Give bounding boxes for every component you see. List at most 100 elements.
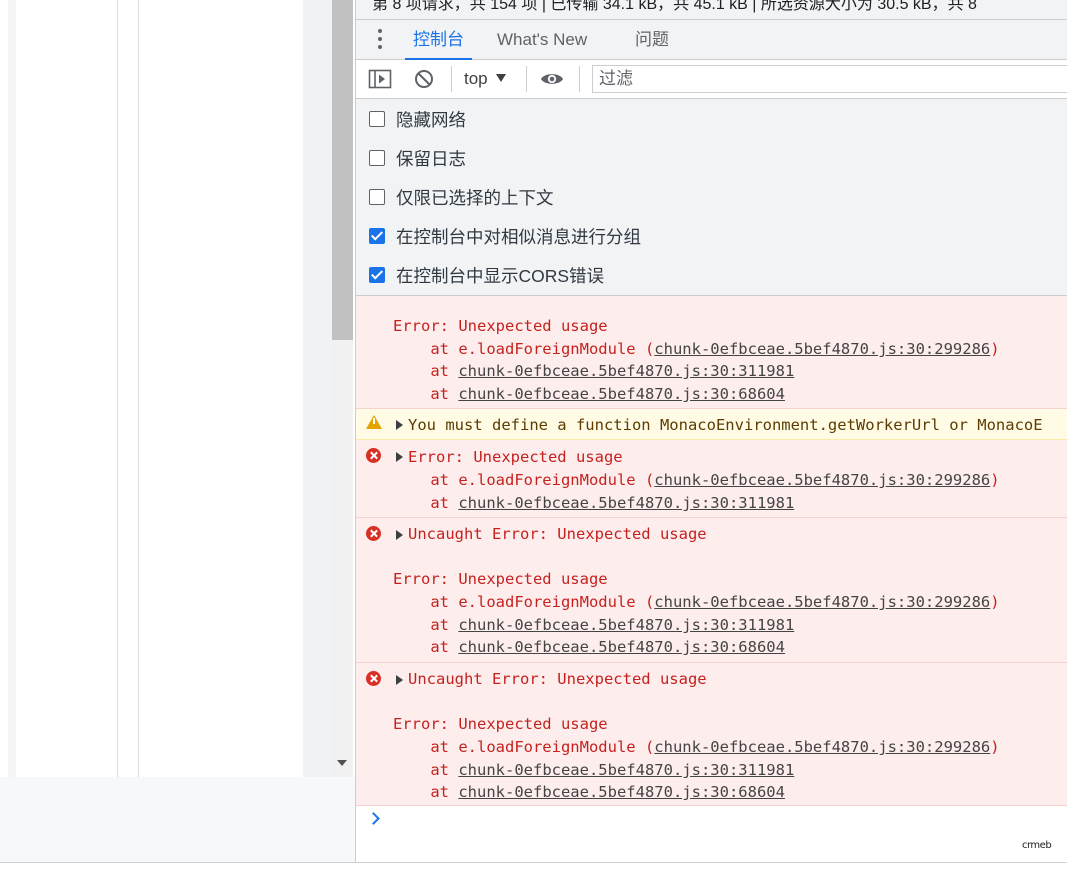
stack-line: at e.loadForeignModule (chunk-0efbceae.5… (393, 591, 1000, 613)
error-subtitle: Error: Unexpected usage (393, 570, 608, 588)
network-summary-bar: 第 8 项请求，共 154 项 | 已传输 34.1 kB，共 45.1 kB … (356, 0, 1067, 20)
stack-prefix: at (393, 362, 459, 380)
console-settings-panel: 隐藏网络 保留日志 仅限已选择的上下文 在控制台中对相似消息进行分组 在控制台中… (356, 99, 1067, 296)
warning-text: You must define a function MonacoEnviron… (408, 416, 1043, 434)
source-link[interactable]: chunk-0efbceae.5bef4870.js:30:68604 (458, 385, 785, 403)
live-expression-eye-icon[interactable] (540, 68, 564, 90)
stack-line: at chunk-0efbceae.5bef4870.js:30:68604 (393, 636, 785, 658)
page-scrollbar-thumb[interactable] (332, 0, 353, 340)
stack-suffix: ) (990, 593, 1000, 611)
tab-issues[interactable]: 问题 (627, 20, 677, 59)
stack-line: at chunk-0efbceae.5bef4870.js:30:311981 (393, 614, 794, 636)
clear-console-icon[interactable] (413, 68, 437, 90)
source-link[interactable]: chunk-0efbceae.5bef4870.js:30:299286 (654, 593, 990, 611)
source-link[interactable]: chunk-0efbceae.5bef4870.js:30:311981 (458, 761, 794, 779)
watermark-logo: crmeb (1022, 840, 1052, 851)
stack-line: at chunk-0efbceae.5bef4870.js:30:68604 (393, 781, 785, 803)
page-column-divider (138, 0, 139, 777)
error-icon (366, 671, 381, 686)
selected-context-checkbox[interactable] (369, 189, 385, 205)
source-link[interactable]: chunk-0efbceae.5bef4870.js:30:311981 (458, 616, 794, 634)
expand-triangle-icon[interactable] (396, 530, 403, 540)
stack-prefix: at e.loadForeignModule ( (393, 471, 655, 489)
stack-line: at e.loadForeignModule (chunk-0efbceae.5… (393, 736, 1000, 758)
expand-triangle-icon[interactable] (396, 675, 403, 685)
error-title: Uncaught Error: Unexpected usage (408, 525, 707, 543)
stack-line: at chunk-0efbceae.5bef4870.js:30:311981 (393, 360, 794, 382)
prompt-chevron-icon (367, 812, 380, 825)
stack-line: at e.loadForeignModule (chunk-0efbceae.5… (393, 338, 1000, 360)
stack-suffix: ) (990, 738, 1000, 756)
console-error-message: Error: Unexpected usage at e.loadForeign… (356, 296, 1067, 409)
expand-triangle-icon[interactable] (396, 452, 403, 462)
toolbar-separator (451, 66, 452, 92)
setting-label: 保留日志 (396, 149, 466, 169)
stack-suffix: ) (990, 340, 1000, 358)
source-link[interactable]: chunk-0efbceae.5bef4870.js:30:299286 (654, 471, 990, 489)
page-content-area (0, 0, 332, 777)
filter-input[interactable]: 过滤 (592, 65, 1067, 93)
stack-line: at chunk-0efbceae.5bef4870.js:30:311981 (393, 492, 794, 514)
error-title: Error: Unexpected usage (393, 317, 608, 335)
source-link[interactable]: chunk-0efbceae.5bef4870.js:30:299286 (654, 738, 990, 756)
toolbar-separator (579, 66, 580, 92)
warning-icon (366, 415, 382, 429)
stack-prefix: at e.loadForeignModule ( (393, 593, 655, 611)
context-select[interactable]: top (464, 66, 506, 92)
stack-prefix: at e.loadForeignModule ( (393, 738, 655, 756)
sidebar-icon[interactable] (368, 68, 392, 90)
setting-label: 仅限已选择的上下文 (396, 188, 554, 208)
console-warning-message: You must define a function MonacoEnviron… (356, 409, 1067, 440)
window-bottom-area (0, 863, 1067, 879)
stack-line: at chunk-0efbceae.5bef4870.js:30:311981 (393, 759, 794, 781)
stack-prefix: at (393, 494, 459, 512)
expand-triangle-icon[interactable] (396, 420, 403, 430)
group-similar-checkbox[interactable] (369, 228, 385, 244)
page-gutter (303, 0, 332, 777)
stack-prefix: at (393, 616, 459, 634)
page-column-divider (117, 0, 118, 777)
error-title: Uncaught Error: Unexpected usage (408, 670, 707, 688)
source-link[interactable]: chunk-0efbceae.5bef4870.js:30:311981 (458, 494, 794, 512)
error-title: Error: Unexpected usage (408, 448, 623, 466)
setting-label: 在控制台中显示CORS错误 (396, 266, 605, 286)
stack-line: at chunk-0efbceae.5bef4870.js:30:68604 (393, 383, 785, 405)
scroll-down-arrow-icon[interactable] (337, 760, 347, 766)
error-subtitle: Error: Unexpected usage (393, 715, 608, 733)
stack-prefix: at (393, 385, 459, 403)
hide-network-checkbox[interactable] (369, 111, 385, 127)
dropdown-arrow-icon (495, 73, 506, 82)
devtools-tabbar: 控制台 What's New 问题 (356, 20, 1067, 60)
context-select-value: top (464, 69, 488, 88)
show-cors-checkbox[interactable] (369, 267, 385, 283)
tab-console[interactable]: 控制台 (405, 20, 472, 60)
preserve-log-checkbox[interactable] (369, 150, 385, 166)
stack-prefix: at (393, 783, 459, 801)
tab-whats-new[interactable]: What's New (489, 20, 595, 59)
console-error-message: Error: Unexpected usage at e.loadForeign… (356, 440, 1067, 518)
toolbar-separator (526, 66, 527, 92)
source-link[interactable]: chunk-0efbceae.5bef4870.js:30:299286 (654, 340, 990, 358)
source-link[interactable]: chunk-0efbceae.5bef4870.js:30:68604 (458, 638, 785, 656)
setting-label: 在控制台中对相似消息进行分组 (396, 227, 641, 247)
console-toolbar: top 过滤 (356, 60, 1067, 99)
network-summary-text: 第 8 项请求，共 154 项 | 已传输 34.1 kB，共 45.1 kB … (372, 0, 977, 13)
stack-prefix: at e.loadForeignModule ( (393, 340, 655, 358)
more-tabs-icon[interactable] (378, 29, 382, 51)
console-input[interactable] (390, 806, 1050, 842)
console-error-message: Uncaught Error: Unexpected usage Error: … (356, 663, 1067, 806)
console-error-message: Uncaught Error: Unexpected usage Error: … (356, 518, 1067, 663)
page-left-edge (8, 0, 16, 777)
source-link[interactable]: chunk-0efbceae.5bef4870.js:30:68604 (458, 783, 785, 801)
console-prompt: crmeb (356, 806, 1067, 862)
page-bottom-area (0, 777, 355, 862)
stack-suffix: ) (990, 471, 1000, 489)
console-messages: Error: Unexpected usage at e.loadForeign… (356, 296, 1067, 806)
stack-prefix: at (393, 638, 459, 656)
source-link[interactable]: chunk-0efbceae.5bef4870.js:30:311981 (458, 362, 794, 380)
devtools-panel: 第 8 项请求，共 154 项 | 已传输 34.1 kB，共 45.1 kB … (355, 0, 1067, 862)
stack-prefix: at (393, 761, 459, 779)
stack-line: at e.loadForeignModule (chunk-0efbceae.5… (393, 469, 1000, 491)
error-icon (366, 526, 381, 541)
setting-label: 隐藏网络 (396, 110, 466, 130)
